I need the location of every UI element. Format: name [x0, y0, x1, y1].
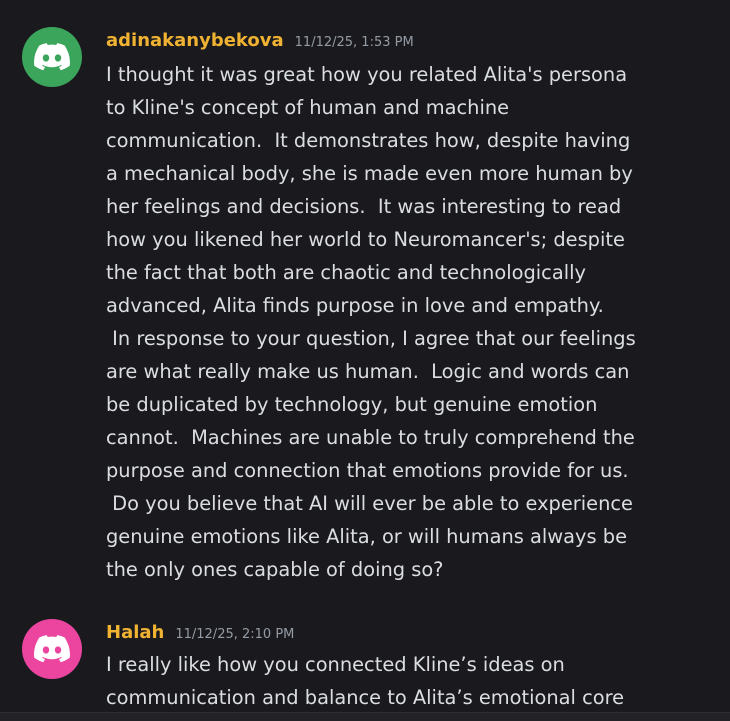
message-line: purpose and connection that emotions pro…	[106, 459, 629, 482]
chat-message-list[interactable]: adinakanybekova 11/12/25, 1:53 PM I thou…	[0, 0, 730, 721]
message-line: I thought it was great how you related A…	[106, 63, 628, 86]
message-line: be duplicated by technology, but genuine…	[106, 393, 598, 416]
message-line: Do you believe that AI will ever be able…	[106, 492, 633, 515]
message-line: a mechanical body, she is made even more…	[106, 162, 633, 185]
message-line: In response to your question, I agree th…	[106, 327, 636, 350]
message-line: to Kline's concept of human and machine	[106, 96, 510, 119]
message-line: how you likened her world to Neuromancer…	[106, 228, 625, 251]
composer-edge	[0, 712, 730, 721]
message-line: the fact that both are chaotic and techn…	[106, 261, 586, 284]
message-content: I really like how you connected Kline’s …	[106, 648, 686, 714]
message-line: communication and balance to Alita’s emo…	[106, 686, 625, 709]
message-line: communication. It demonstrates how, desp…	[106, 129, 631, 152]
username[interactable]: Halah	[106, 622, 164, 643]
username[interactable]: adinakanybekova	[106, 30, 284, 51]
message-line: advanced, Alita finds purpose in love an…	[106, 294, 604, 317]
avatar[interactable]	[22, 619, 82, 679]
avatar[interactable]	[22, 27, 82, 87]
message-line: her feelings and decisions. It was inter…	[106, 195, 622, 218]
message-line: cannot. Machines are unable to truly com…	[106, 426, 635, 449]
message-line: the only ones capable of doing so?	[106, 558, 444, 581]
message-line: I really like how you connected Kline’s …	[106, 653, 565, 676]
discord-logo-icon	[34, 43, 70, 71]
timestamp: 11/12/25, 2:10 PM	[175, 627, 295, 642]
message-content: I thought it was great how you related A…	[106, 58, 686, 586]
message-line: genuine emotions like Alita, or will hum…	[106, 525, 628, 548]
discord-logo-icon	[34, 635, 70, 663]
timestamp: 11/12/25, 1:53 PM	[294, 35, 414, 50]
message-line: are what really make us human. Logic and…	[106, 360, 630, 383]
